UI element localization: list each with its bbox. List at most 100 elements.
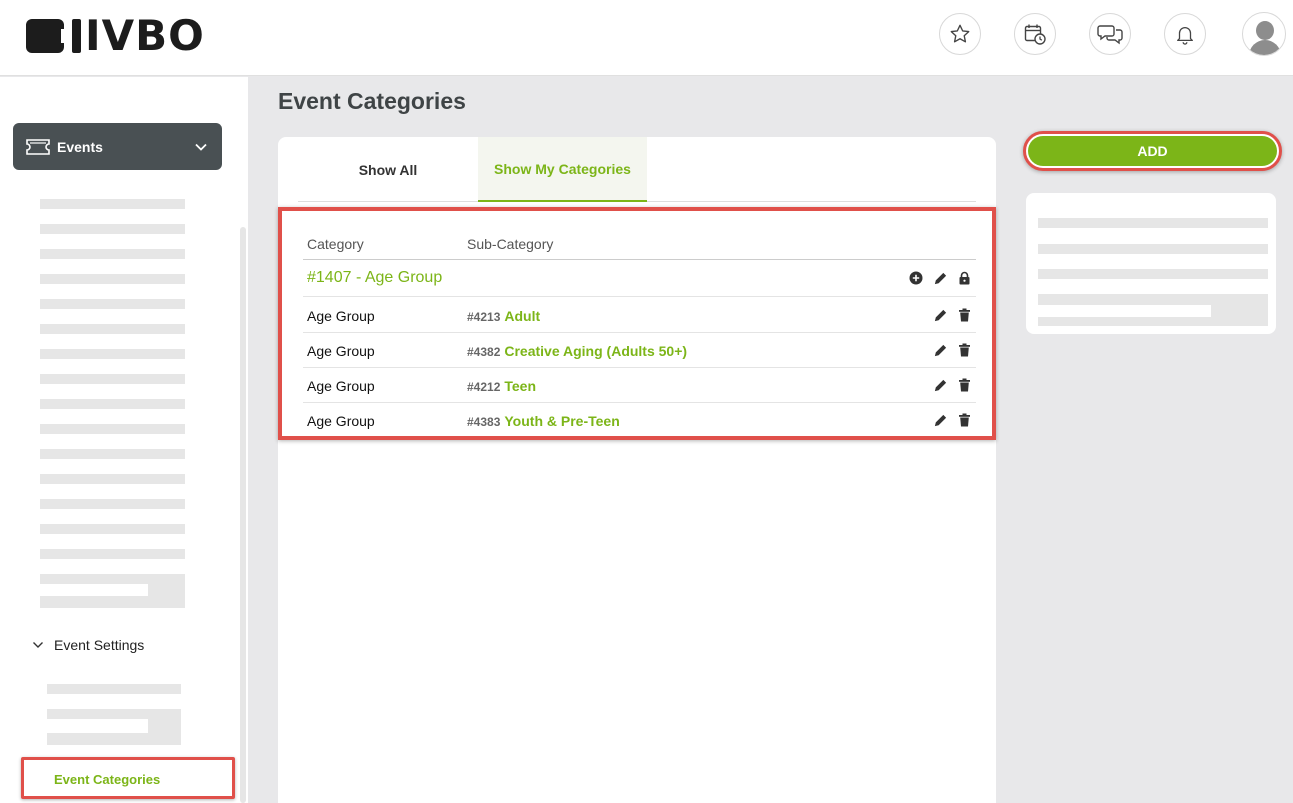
add-button[interactable]: ADD <box>1028 136 1277 166</box>
menu-item-placeholder[interactable] <box>40 524 185 534</box>
event-categories-label: Event Categories <box>54 772 161 787</box>
category-group-row: #1407 - Age Group <box>303 261 976 297</box>
row-sub-category: #4383 Youth & Pre-Teen <box>467 413 620 429</box>
menu-item-placeholder[interactable] <box>40 274 185 284</box>
row-sub-category: #4382 Creative Aging (Adults 50+) <box>467 343 687 359</box>
add-circle-icon[interactable] <box>908 270 924 286</box>
menu-item-placeholder[interactable] <box>40 399 185 409</box>
sub-category-name[interactable]: Youth & Pre-Teen <box>504 413 619 429</box>
menu-item-placeholder[interactable] <box>40 474 185 484</box>
table-row: Age Group #4383 Youth & Pre-Teen <box>303 403 976 438</box>
trash-icon[interactable] <box>956 342 972 358</box>
messages-button[interactable] <box>1089 13 1131 55</box>
logo-text: IVBO <box>85 11 205 60</box>
column-header-sub-category: Sub-Category <box>467 236 554 252</box>
menu-item-placeholder[interactable] <box>47 684 181 694</box>
panel-placeholder-line <box>1038 269 1268 279</box>
pencil-icon[interactable] <box>932 412 948 428</box>
menu-item-placeholder[interactable] <box>40 199 185 209</box>
trash-icon[interactable] <box>956 412 972 428</box>
row-category: Age Group <box>307 378 375 394</box>
trash-icon[interactable] <box>956 307 972 323</box>
trash-icon[interactable] <box>956 377 972 393</box>
row-category: Age Group <box>307 308 375 324</box>
row-actions <box>932 307 972 323</box>
events-label: Events <box>57 138 103 155</box>
notifications-button[interactable] <box>1164 13 1206 55</box>
info-panel <box>1026 193 1276 334</box>
sidebar-scrollbar[interactable] <box>240 227 246 803</box>
sidebar: Events Event Settings Event Categories <box>0 77 248 803</box>
bell-icon <box>1177 27 1193 45</box>
lock-icon[interactable] <box>956 270 972 286</box>
chevron-down-icon <box>33 642 43 648</box>
row-sub-category: #4213 Adult <box>467 308 540 324</box>
group-actions <box>908 270 972 286</box>
star-icon <box>950 24 970 43</box>
row-category: Age Group <box>307 343 375 359</box>
sub-category-id: #4213 <box>467 310 501 324</box>
placeholder-gap <box>47 719 148 733</box>
panel-placeholder-block <box>1038 294 1268 326</box>
sub-category-name[interactable]: Creative Aging (Adults 50+) <box>504 343 687 359</box>
menu-item-placeholder[interactable] <box>40 349 185 359</box>
sub-category-id: #4382 <box>467 345 501 359</box>
menu-item-placeholder[interactable] <box>40 574 185 608</box>
sidebar-item-event-categories[interactable]: Event Categories <box>21 757 235 799</box>
categories-card: Show All Show My Categories Category Sub… <box>278 137 996 803</box>
logo-bar <box>72 19 81 53</box>
categories-table: Category Sub-Category #1407 - Age Group … <box>278 207 996 440</box>
calendar-clock-icon <box>1024 24 1046 45</box>
favorites-button[interactable] <box>939 13 981 55</box>
menu-item-placeholder[interactable] <box>40 424 185 434</box>
panel-placeholder-line <box>1038 244 1268 254</box>
events-menu-button[interactable]: Events <box>13 123 222 170</box>
panel-placeholder-line <box>1038 218 1268 228</box>
placeholder-gap <box>40 584 148 596</box>
event-settings-toggle[interactable]: Event Settings <box>32 637 144 653</box>
logo-mark <box>26 19 67 53</box>
row-actions <box>932 377 972 393</box>
menu-item-placeholder[interactable] <box>40 299 185 309</box>
row-sub-category: #4212 Teen <box>467 378 536 394</box>
table-row: Age Group #4212 Teen <box>303 368 976 403</box>
row-actions <box>932 412 972 428</box>
top-bar: IVBO <box>0 0 1293 76</box>
avatar-body <box>1249 40 1281 55</box>
tab-bar: Show All Show My Categories <box>298 137 976 202</box>
row-category: Age Group <box>307 413 375 429</box>
pencil-icon[interactable] <box>932 342 948 358</box>
sub-category-id: #4383 <box>467 415 501 429</box>
category-group-title[interactable]: #1407 - Age Group <box>307 269 442 287</box>
menu-item-placeholder[interactable] <box>40 499 185 509</box>
tab-show-my-categories[interactable]: Show My Categories <box>478 137 647 202</box>
chevron-down-icon <box>195 143 207 151</box>
sub-category-name[interactable]: Adult <box>504 308 540 324</box>
avatar-head <box>1256 21 1274 40</box>
ticket-icon <box>26 138 50 155</box>
menu-item-placeholder[interactable] <box>40 549 185 559</box>
menu-item-placeholder[interactable] <box>40 449 185 459</box>
page-title: Event Categories <box>278 88 466 114</box>
row-actions <box>932 342 972 358</box>
tab-show-all[interactable]: Show All <box>298 137 478 202</box>
menu-item-placeholder[interactable] <box>47 709 181 745</box>
menu-item-placeholder[interactable] <box>40 374 185 384</box>
brand-logo[interactable]: IVBO <box>26 11 205 60</box>
table-row: Age Group #4213 Adult <box>303 298 976 333</box>
sub-category-name[interactable]: Teen <box>504 378 536 394</box>
pencil-icon[interactable] <box>932 307 948 323</box>
menu-item-placeholder[interactable] <box>40 224 185 234</box>
sub-category-id: #4212 <box>467 380 501 394</box>
chat-bubbles-icon <box>1097 25 1123 45</box>
table-row: Age Group #4382 Creative Aging (Adults 50… <box>303 333 976 368</box>
table-header: Category Sub-Category <box>303 230 976 260</box>
column-header-category: Category <box>307 236 364 252</box>
user-avatar[interactable] <box>1242 12 1286 56</box>
pencil-icon[interactable] <box>932 377 948 393</box>
pencil-icon[interactable] <box>932 270 948 286</box>
placeholder-gap <box>1038 305 1211 317</box>
menu-item-placeholder[interactable] <box>40 249 185 259</box>
menu-item-placeholder[interactable] <box>40 324 185 334</box>
schedule-button[interactable] <box>1014 13 1056 55</box>
